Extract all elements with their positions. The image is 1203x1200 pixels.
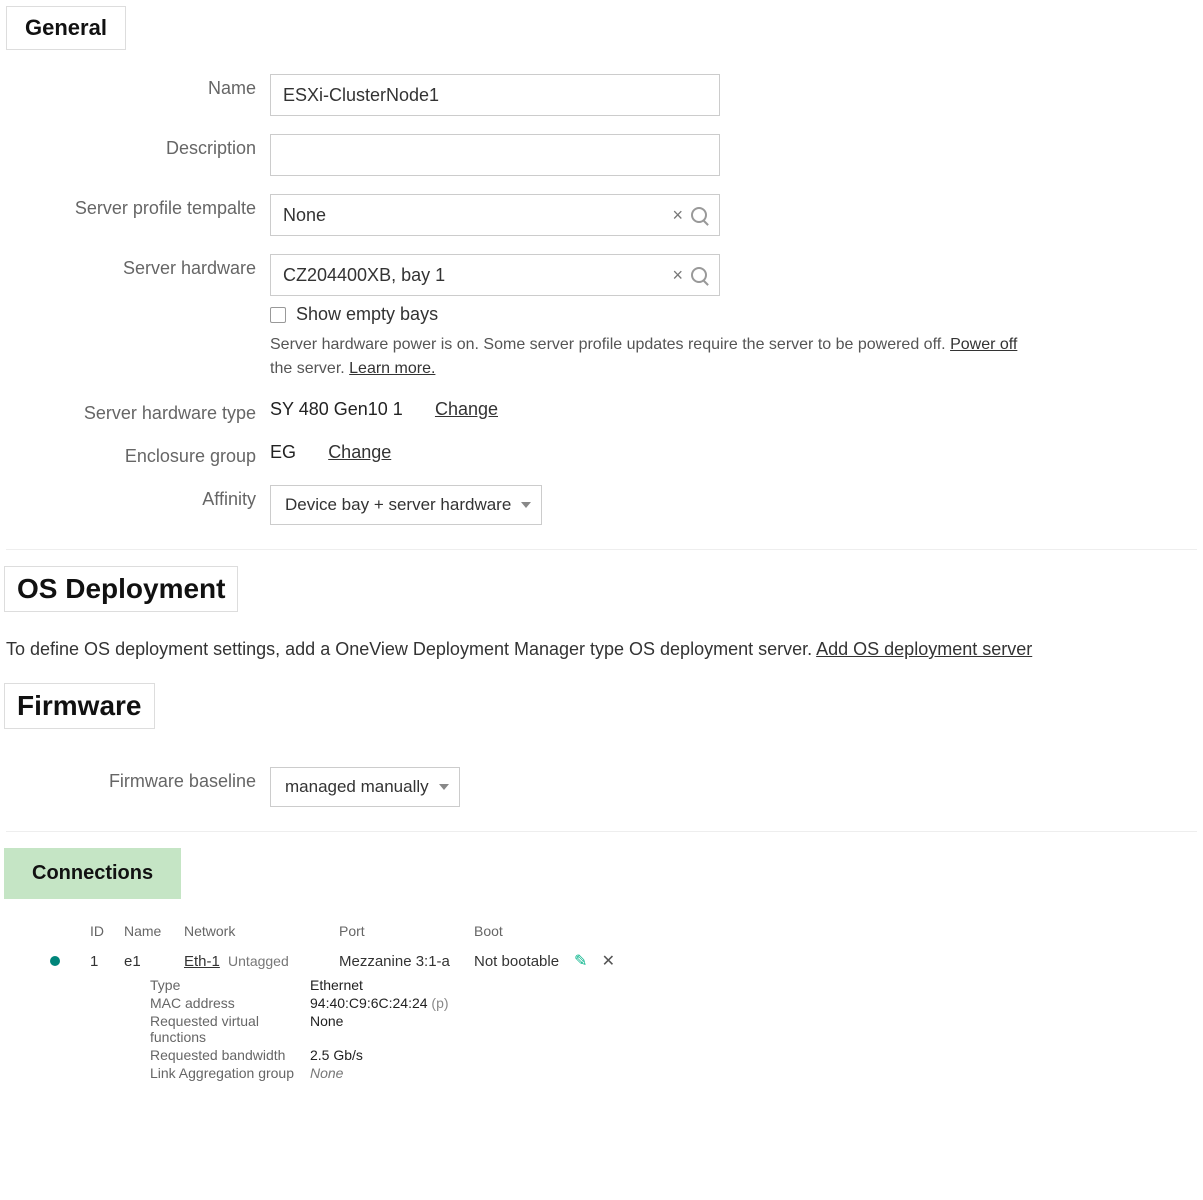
- add-os-server-link[interactable]: Add OS deployment server: [816, 639, 1032, 659]
- detail-lag-label: Link Aggregation group: [150, 1065, 310, 1081]
- connection-details: Type Ethernet MAC address 94:40:C9:6C:24…: [150, 977, 1203, 1081]
- detail-mac-label: MAC address: [150, 995, 310, 1011]
- power-off-link[interactable]: Power off: [950, 336, 1017, 353]
- search-icon[interactable]: [691, 267, 707, 283]
- hardware-value: CZ204400XB, bay 1: [283, 265, 668, 286]
- baseline-value: managed manually: [285, 777, 429, 797]
- chevron-down-icon: [439, 784, 449, 790]
- search-icon[interactable]: [691, 207, 707, 223]
- show-empty-checkbox[interactable]: [270, 307, 286, 323]
- eg-value: EG: [270, 438, 296, 462]
- detail-mac-value: 94:40:C9:6C:24:24 (p): [310, 995, 449, 1011]
- status-dot-icon: [50, 956, 60, 966]
- change-hwtype-link[interactable]: Change: [435, 399, 498, 419]
- affinity-value: Device bay + server hardware: [285, 495, 511, 515]
- row-name: Name: [0, 66, 1203, 120]
- detail-bw-value: 2.5 Gb/s: [310, 1047, 363, 1063]
- row-eg: Enclosure group EG Change: [0, 434, 1203, 471]
- cell-network-link[interactable]: Eth-1: [184, 953, 220, 970]
- section-firmware-title: Firmware: [4, 683, 155, 729]
- detail-bw-label: Requested bandwidth: [150, 1047, 310, 1063]
- label-description: Description: [0, 130, 270, 159]
- hardware-combo[interactable]: CZ204400XB, bay 1 ×: [270, 254, 720, 296]
- row-affinity: Affinity Device bay + server hardware: [0, 477, 1203, 529]
- detail-type-label: Type: [150, 977, 310, 993]
- cell-boot: Not bootable: [474, 953, 574, 970]
- row-template: Server profile tempalte None ×: [0, 186, 1203, 240]
- row-hwtype: Server hardware type SY 480 Gen10 1 Chan…: [0, 391, 1203, 428]
- hwtype-value: SY 480 Gen10 1: [270, 395, 403, 419]
- description-input[interactable]: [270, 134, 720, 176]
- row-baseline: Firmware baseline managed manually: [0, 759, 1203, 811]
- chevron-down-icon: [521, 502, 531, 508]
- section-os-title: OS Deployment: [4, 566, 238, 612]
- delete-icon[interactable]: ✕: [602, 953, 615, 970]
- template-combo[interactable]: None ×: [270, 194, 720, 236]
- col-id: ID: [90, 923, 124, 939]
- section-connections-title: Connections: [4, 848, 181, 899]
- os-text: To define OS deployment settings, add a …: [6, 636, 1197, 663]
- change-eg-link[interactable]: Change: [328, 442, 391, 462]
- baseline-select[interactable]: managed manually: [270, 767, 460, 807]
- cell-port: Mezzanine 3:1-a: [339, 953, 474, 970]
- label-hwtype: Server hardware type: [0, 395, 270, 424]
- affinity-select[interactable]: Device bay + server hardware: [270, 485, 542, 525]
- cell-id: 1: [90, 953, 124, 970]
- detail-vf-value: None: [310, 1013, 343, 1045]
- detail-vf-label: Requested virtual functions: [150, 1013, 310, 1045]
- edit-icon[interactable]: ✎: [574, 953, 587, 970]
- label-hardware: Server hardware: [0, 250, 270, 279]
- cell-name: e1: [124, 953, 184, 970]
- table-row: 1 e1 Eth-1 Untagged Mezzanine 3:1-a Not …: [50, 951, 1203, 971]
- label-eg: Enclosure group: [0, 438, 270, 467]
- template-value: None: [283, 205, 668, 226]
- divider: [6, 549, 1197, 550]
- label-name: Name: [0, 70, 270, 99]
- cell-network-tag: Untagged: [228, 953, 289, 969]
- table-header-row: ID Name Network Port Boot: [50, 923, 1203, 939]
- col-network: Network: [184, 923, 339, 939]
- learn-more-link[interactable]: Learn more.: [349, 360, 435, 377]
- row-hardware: Server hardware CZ204400XB, bay 1 × Show…: [0, 246, 1203, 385]
- show-empty-label: Show empty bays: [296, 304, 438, 325]
- row-description: Description: [0, 126, 1203, 180]
- label-template: Server profile tempalte: [0, 190, 270, 219]
- detail-lag-value: None: [310, 1065, 343, 1081]
- label-affinity: Affinity: [0, 481, 270, 510]
- divider: [6, 831, 1197, 832]
- col-name: Name: [124, 923, 184, 939]
- name-input[interactable]: [270, 74, 720, 116]
- col-boot: Boot: [474, 923, 574, 939]
- section-general-title: General: [6, 6, 126, 50]
- col-port: Port: [339, 923, 474, 939]
- power-warning: Server hardware power is on. Some server…: [270, 333, 1030, 381]
- detail-type-value: Ethernet: [310, 977, 363, 993]
- clear-icon[interactable]: ×: [668, 205, 687, 226]
- label-baseline: Firmware baseline: [0, 763, 270, 792]
- connections-table: ID Name Network Port Boot 1 e1 Eth-1 Unt…: [50, 923, 1203, 1081]
- clear-icon[interactable]: ×: [668, 265, 687, 286]
